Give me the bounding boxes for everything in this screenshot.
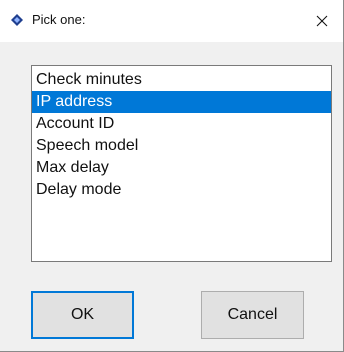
list-item-delay-mode[interactable]: Delay mode <box>32 179 331 201</box>
ok-button[interactable]: OK <box>31 291 134 339</box>
list-item-check-minutes[interactable]: Check minutes <box>32 69 331 91</box>
list-item-account-id[interactable]: Account ID <box>32 113 331 135</box>
dialog-title: Pick one: <box>32 12 86 27</box>
title-bar[interactable]: Pick one: <box>0 0 343 42</box>
close-button[interactable] <box>299 0 343 42</box>
diamond-icon <box>10 13 24 27</box>
close-icon <box>316 15 328 27</box>
list-item-max-delay[interactable]: Max delay <box>32 157 331 179</box>
options-listbox[interactable]: Check minutes IP address Account ID Spee… <box>31 65 332 262</box>
list-item-speech-model[interactable]: Speech model <box>32 135 331 157</box>
cancel-button[interactable]: Cancel <box>201 291 304 339</box>
list-item-ip-address[interactable]: IP address <box>32 91 331 113</box>
dialog-window: Pick one: Check minutes IP address Accou… <box>0 0 344 352</box>
